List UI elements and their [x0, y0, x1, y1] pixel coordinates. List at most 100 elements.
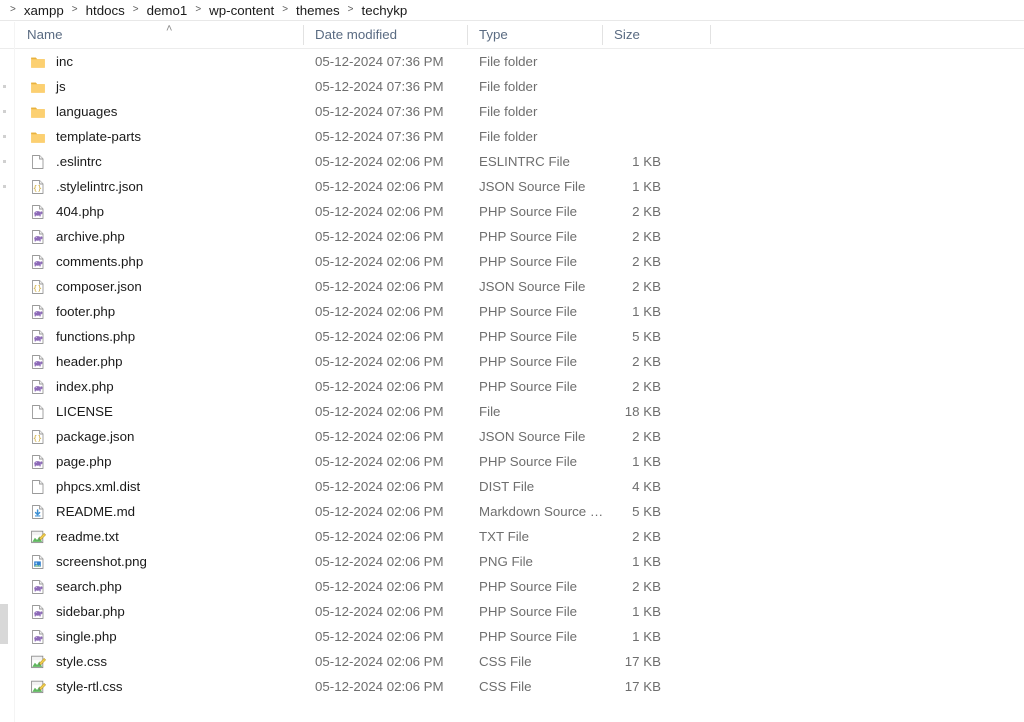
- file-row[interactable]: {} .stylelintrc.json 05-12-2024 02:06 PM JS…: [0, 174, 1024, 199]
- file-type-cell: File folder: [479, 104, 538, 119]
- file-size-cell: 2 KB: [632, 354, 661, 369]
- blank-file-icon: [30, 404, 46, 420]
- file-name-label: style-rtl.css: [56, 679, 123, 694]
- php-file-icon: [30, 354, 46, 370]
- file-row[interactable]: readme.txt 05-12-2024 02:06 PM TXT File 2 K…: [0, 524, 1024, 549]
- file-name-cell[interactable]: {} composer.json: [0, 279, 303, 295]
- breadcrumb-item-themes[interactable]: themes: [294, 2, 342, 19]
- file-name-label: screenshot.png: [56, 554, 147, 569]
- breadcrumb-separator-icon: >: [347, 4, 354, 15]
- file-row[interactable]: inc 05-12-2024 07:36 PM File folder: [0, 49, 1024, 74]
- file-list: inc 05-12-2024 07:36 PM File folder js 05-12…: [0, 49, 1024, 699]
- file-date-modified-cell: 05-12-2024 02:06 PM: [315, 554, 444, 569]
- breadcrumb-separator-icon: >: [282, 4, 289, 15]
- file-name-cell[interactable]: phpcs.xml.dist: [0, 479, 303, 495]
- file-name-cell[interactable]: footer.php: [0, 304, 303, 320]
- file-name-label: composer.json: [56, 279, 142, 294]
- file-row[interactable]: screenshot.png 05-12-2024 02:06 PM PNG Fil…: [0, 549, 1024, 574]
- file-row[interactable]: archive.php 05-12-2024 02:06 PM PHP Source…: [0, 224, 1024, 249]
- file-row[interactable]: phpcs.xml.dist 05-12-2024 02:06 PM DIST Fi…: [0, 474, 1024, 499]
- breadcrumb-item-wp-content[interactable]: wp-content: [207, 2, 276, 19]
- file-name-cell[interactable]: {} package.json: [0, 429, 303, 445]
- file-type-cell: PHP Source File: [479, 204, 578, 219]
- file-name-cell[interactable]: style.css: [0, 654, 303, 670]
- breadcrumb-item-demo1[interactable]: demo1: [145, 2, 190, 19]
- column-header-name[interactable]: Name: [0, 21, 303, 49]
- chart-file-icon: [30, 654, 46, 670]
- file-name-cell[interactable]: style-rtl.css: [0, 679, 303, 695]
- file-name-cell[interactable]: sidebar.php: [0, 604, 303, 620]
- file-row[interactable]: style-rtl.css 05-12-2024 02:06 PM CSS File…: [0, 674, 1024, 699]
- file-type-cell: PHP Source File: [479, 354, 578, 369]
- folder-icon: [30, 54, 46, 70]
- column-header-type[interactable]: Type: [467, 21, 602, 49]
- file-name-cell[interactable]: template-parts: [0, 129, 303, 145]
- file-size-cell: 1 KB: [632, 154, 661, 169]
- file-date-modified-cell: 05-12-2024 02:06 PM: [315, 429, 444, 444]
- file-row[interactable]: functions.php 05-12-2024 02:06 PM PHP Sour…: [0, 324, 1024, 349]
- file-name-cell[interactable]: search.php: [0, 579, 303, 595]
- file-name-cell[interactable]: screenshot.png: [0, 554, 303, 570]
- file-name-cell[interactable]: .eslintrc: [0, 154, 303, 170]
- breadcrumb-item-techykp[interactable]: techykp: [360, 2, 410, 19]
- file-row[interactable]: LICENSE 05-12-2024 02:06 PM File 18 KB: [0, 399, 1024, 424]
- file-name-cell[interactable]: inc: [0, 54, 303, 70]
- breadcrumb-item-xampp[interactable]: xampp: [22, 2, 66, 19]
- file-name-cell[interactable]: LICENSE: [0, 404, 303, 420]
- file-row[interactable]: index.php 05-12-2024 02:06 PM PHP Source F…: [0, 374, 1024, 399]
- file-size-cell: 2 KB: [632, 429, 661, 444]
- file-name-cell[interactable]: {} .stylelintrc.json: [0, 179, 303, 195]
- file-date-modified-cell: 05-12-2024 02:06 PM: [315, 404, 444, 419]
- file-name-cell[interactable]: archive.php: [0, 229, 303, 245]
- file-name-cell[interactable]: js: [0, 79, 303, 95]
- file-row[interactable]: README.md 05-12-2024 02:06 PM Markdown Sou…: [0, 499, 1024, 524]
- file-date-modified-cell: 05-12-2024 02:06 PM: [315, 254, 444, 269]
- column-header-size[interactable]: Size: [602, 21, 684, 49]
- file-row[interactable]: languages 05-12-2024 07:36 PM File folder: [0, 99, 1024, 124]
- breadcrumb-separator-icon: >: [132, 4, 139, 15]
- file-row[interactable]: search.php 05-12-2024 02:06 PM PHP Source …: [0, 574, 1024, 599]
- file-type-cell: PHP Source File: [479, 629, 578, 644]
- file-size-cell: 1 KB: [632, 179, 661, 194]
- file-name-cell[interactable]: README.md: [0, 504, 303, 520]
- file-date-modified-cell: 05-12-2024 07:36 PM: [315, 129, 444, 144]
- column-header-end-divider: [710, 25, 711, 44]
- file-size-cell: 1 KB: [632, 604, 661, 619]
- file-type-cell: DIST File: [479, 479, 535, 494]
- file-name-cell[interactable]: single.php: [0, 629, 303, 645]
- file-row[interactable]: {} composer.json 05-12-2024 02:06 PM JSON S…: [0, 274, 1024, 299]
- file-date-modified-cell: 05-12-2024 02:06 PM: [315, 154, 444, 169]
- file-size-cell: 2 KB: [632, 254, 661, 269]
- file-size-cell: 1 KB: [632, 304, 661, 319]
- file-name-label: header.php: [56, 354, 123, 369]
- file-date-modified-cell: 05-12-2024 02:06 PM: [315, 629, 444, 644]
- file-row[interactable]: sidebar.php 05-12-2024 02:06 PM PHP Source…: [0, 599, 1024, 624]
- file-name-cell[interactable]: functions.php: [0, 329, 303, 345]
- file-name-cell[interactable]: readme.txt: [0, 529, 303, 545]
- php-file-icon: [30, 604, 46, 620]
- file-row[interactable]: single.php 05-12-2024 02:06 PM PHP Source …: [0, 624, 1024, 649]
- file-name-cell[interactable]: header.php: [0, 354, 303, 370]
- file-name-cell[interactable]: index.php: [0, 379, 303, 395]
- file-name-cell[interactable]: page.php: [0, 454, 303, 470]
- file-row[interactable]: comments.php 05-12-2024 02:06 PM PHP Sourc…: [0, 249, 1024, 274]
- file-name-cell[interactable]: languages: [0, 104, 303, 120]
- file-row[interactable]: template-parts 05-12-2024 07:36 PM File fo…: [0, 124, 1024, 149]
- php-file-icon: [30, 379, 46, 395]
- file-row[interactable]: {} package.json 05-12-2024 02:06 PM JSON So…: [0, 424, 1024, 449]
- file-type-cell: File folder: [479, 129, 538, 144]
- file-row[interactable]: style.css 05-12-2024 02:06 PM CSS File 17 K…: [0, 649, 1024, 674]
- file-row[interactable]: page.php 05-12-2024 02:06 PM PHP Source Fi…: [0, 449, 1024, 474]
- file-row[interactable]: .eslintrc 05-12-2024 02:06 PM ESLINTRC Fil…: [0, 149, 1024, 174]
- file-row[interactable]: 404.php 05-12-2024 02:06 PM PHP Source Fil…: [0, 199, 1024, 224]
- file-row[interactable]: js 05-12-2024 07:36 PM File folder: [0, 74, 1024, 99]
- json-file-icon: {}: [30, 279, 46, 295]
- file-row[interactable]: footer.php 05-12-2024 02:06 PM PHP Source …: [0, 299, 1024, 324]
- file-name-cell[interactable]: comments.php: [0, 254, 303, 270]
- breadcrumb-item-htdocs[interactable]: htdocs: [84, 2, 127, 19]
- navigation-pane-item-marker: [3, 135, 6, 138]
- file-name-label: archive.php: [56, 229, 125, 244]
- file-name-cell[interactable]: 404.php: [0, 204, 303, 220]
- file-row[interactable]: header.php 05-12-2024 02:06 PM PHP Source …: [0, 349, 1024, 374]
- column-header-date-modified[interactable]: Date modified: [303, 21, 467, 49]
